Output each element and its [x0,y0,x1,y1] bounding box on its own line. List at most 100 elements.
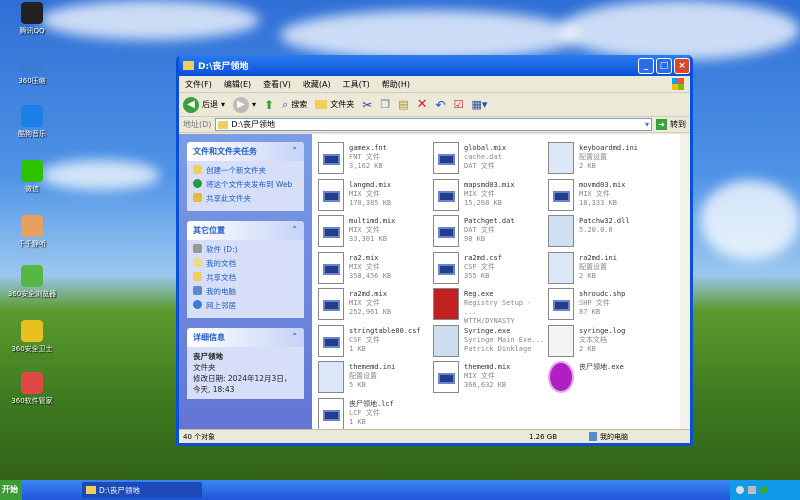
collapse-icon[interactable]: ⌃ [291,332,298,343]
file-item[interactable]: ra2md.ini 配置设置 2 KB [548,251,660,286]
folder-icon [218,120,229,129]
tray-icon[interactable] [748,486,756,494]
file-item[interactable]: langmd.mix MIX 文件 170,385 KB [318,178,430,213]
file-name: ra2md.csf [464,253,502,262]
generic-file-icon [318,324,344,357]
menu-edit[interactable]: 编辑(E) [224,79,251,90]
desktop-icon[interactable]: 酷狗音乐 [4,105,60,139]
back-button[interactable]: ◀ 后退 ▾ [183,96,225,113]
taskbar-window-button[interactable]: D:\丧尸领地 [82,482,202,498]
file-size: 366,632 KB [464,381,507,389]
file-size: 15,268 KB [464,198,502,207]
delete-icon[interactable]: ✕ [417,97,428,112]
file-item[interactable]: multimd.mix MIX 文件 33,301 KB [318,215,430,249]
file-item[interactable]: ra2.mix MIX 文件 358,456 KB [318,251,430,286]
back-arrow-icon: ◀ [183,96,199,113]
file-item[interactable]: 丧尸领地.exe [548,361,660,395]
file-item[interactable]: stringtable00.csf CSF 文件 1 KB [318,324,430,359]
place-shared-documents[interactable]: 共享文档 [193,272,298,283]
forward-button[interactable]: ▶ ▾ [233,96,256,113]
chevron-down-icon[interactable]: ▾ [645,120,651,129]
file-item[interactable]: Patchw32.dll 5.20.0.0 [548,215,660,249]
file-item[interactable]: thememd.ini 配置设置 5 KB [318,361,430,395]
start-button[interactable]: 开始 [0,480,22,500]
place-network[interactable]: 网上邻居 [193,300,298,311]
dll-file-icon [548,215,574,247]
desktop-icon[interactable]: 微信 [4,160,60,194]
menu-file[interactable]: 文件(F) [185,79,212,90]
share-folder-link[interactable]: 共享此文件夹 [193,193,298,204]
file-item[interactable]: 丧尸领地.lcf LCF 文件 1 KB [318,397,430,429]
search-button[interactable]: ⌕ 搜索 [282,98,307,112]
file-type: CSF 文件 [349,335,380,344]
publish-web-link[interactable]: 将这个文件夹发布到 Web [193,179,298,190]
generic-file-icon [433,142,459,174]
folders-button[interactable]: 文件夹 [315,99,354,110]
file-item[interactable]: global.mix cache.dat DAT 文件 [433,142,545,176]
address-bar: 地址(D) D:\丧尸领地 ▾ ➜ 转到 [179,117,690,133]
desktop-icon[interactable]: 360安全卫士 [4,320,60,354]
file-item[interactable]: Patchget.dat DAT 文件 98 KB [433,215,545,249]
file-type: MIX 文件 [349,262,380,271]
close-button[interactable]: × [674,57,690,74]
copy-icon[interactable]: ❐ [380,98,390,111]
place-my-computer[interactable]: 我的电脑 [193,286,298,297]
menu-view[interactable]: 查看(V) [263,79,291,90]
generic-file-icon [318,251,344,284]
generic-file-icon [548,288,574,320]
maximize-button[interactable]: □ [656,57,672,74]
file-size: 3,162 KB [349,162,383,170]
file-item[interactable]: thememd.mix MIX 文件 366,632 KB [433,361,545,395]
file-item[interactable]: shroudc.shp SHP 文件 87 KB [548,288,660,322]
collapse-icon[interactable]: ⌃ [291,225,298,236]
properties-icon[interactable]: ☑ [454,98,464,111]
paste-icon[interactable]: ▤ [398,98,408,111]
undo-icon[interactable]: ↶ [436,98,446,112]
file-item[interactable]: ra2md.mix MIX 文件 252,961 KB [318,288,430,322]
file-name: 丧尸领地.lcf [349,399,394,408]
file-name: syringe.log [579,326,626,335]
file-size: 358,456 KB [349,271,392,280]
file-item[interactable]: movmd03.mix MIX 文件 18,333 KB [548,178,660,213]
menu-favorites[interactable]: 收藏(A) [303,79,331,90]
title-bar[interactable]: D:\丧尸领地 _ □ × [179,55,690,76]
file-item[interactable]: keyboardmd.ini 配置设置 2 KB [548,142,660,176]
file-name: Reg.exe [464,290,494,298]
place-my-documents[interactable]: 我的文档 [193,258,298,269]
panel-header[interactable]: 其它位置 ⌃ [187,221,304,240]
vertical-scrollbar[interactable] [680,134,690,429]
cut-icon[interactable]: ✂ [362,98,372,112]
up-folder-icon[interactable]: ⬆ [264,98,274,112]
desktop-icon[interactable]: 360安全浏览器 [4,265,60,299]
file-size: 18,333 KB [579,198,617,207]
desktop-icon-label: 360安全浏览器 [7,290,57,298]
desktop-icon[interactable]: 腾讯QQ [4,2,60,36]
ini-file-icon [548,142,574,174]
menu-help[interactable]: 帮助(H) [382,79,410,90]
panel-header[interactable]: 详细信息 ⌃ [187,328,304,347]
desktop-icon[interactable]: 360压缩 [4,52,60,86]
chevron-down-icon[interactable]: ▾ [221,100,225,109]
file-item[interactable]: mapsmd03.mix MIX 文件 15,268 KB [433,178,545,213]
menu-tools[interactable]: 工具(T) [343,79,370,90]
file-item[interactable]: ra2md.csf CSF 文件 355 KB [433,251,545,286]
minimize-button[interactable]: _ [638,57,654,74]
app-icon [21,320,43,342]
file-name: multimd.mix [349,217,396,225]
tray-icon[interactable] [736,486,744,494]
desktop-icon[interactable]: 千千静听 [4,215,60,249]
collapse-icon[interactable]: ⌃ [291,146,298,157]
address-input[interactable]: D:\丧尸领地 ▾ [215,118,652,131]
file-item[interactable]: Reg.exe Registry Setup - ... WTTH/DYNASTY [433,288,545,325]
new-folder-link[interactable]: 创建一个新文件夹 [193,165,298,176]
go-button[interactable]: ➜ 转到 [656,119,686,130]
desktop-icon[interactable]: 360软件管家 [4,372,60,406]
tray-icon[interactable] [760,486,768,494]
status-bar: 40 个对象 1.26 GB 我的电脑 [179,429,690,443]
place-drive-d[interactable]: 软件 (D:) [193,244,298,255]
file-item[interactable]: gamex.fnt FNT 文件 3,162 KB [318,142,430,176]
views-icon[interactable]: ▦▾ [471,98,487,111]
panel-header[interactable]: 文件和文件夹任务 ⌃ [187,142,304,161]
file-item[interactable]: Syringe.exe Syringe Main Exe... Patrick Di… [433,324,545,359]
file-item[interactable]: syringe.log 文本文档 2 KB [548,324,660,359]
